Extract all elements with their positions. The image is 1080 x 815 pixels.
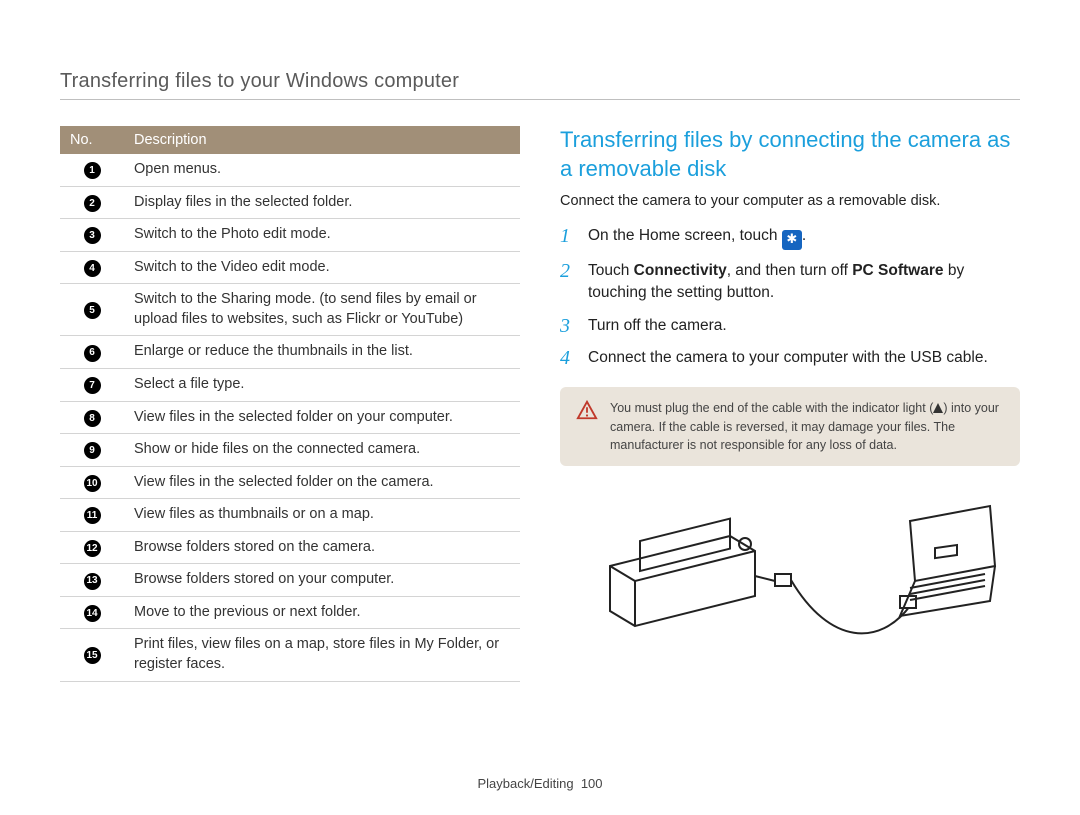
warning-icon	[576, 399, 598, 421]
table-row: 1 Open menus.	[60, 154, 520, 186]
step-text-bold: Connectivity	[634, 262, 727, 279]
row-description: Browse folders stored on your computer.	[124, 564, 520, 597]
step-2: 2 Touch Connectivity, and then turn off …	[560, 260, 1020, 305]
row-description: Enlarge or reduce the thumbnails in the …	[124, 336, 520, 369]
row-description: Print files, view files on a map, store …	[124, 629, 520, 681]
footer-page-number: 100	[581, 776, 603, 791]
table-header-desc: Description	[124, 126, 520, 154]
row-number-icon: 4	[84, 260, 101, 277]
table-header-no: No.	[60, 126, 124, 154]
table-row: 13 Browse folders stored on your computer…	[60, 564, 520, 597]
table-row: 12 Browse folders stored on the camera.	[60, 531, 520, 564]
row-number-icon: 6	[84, 345, 101, 362]
table-row: 8 View files in the selected folder on yo…	[60, 401, 520, 434]
step-number: 2	[560, 260, 578, 305]
table-row: 11 View files as thumbnails or on a map.	[60, 499, 520, 532]
row-description: Select a file type.	[124, 368, 520, 401]
row-description: Switch to the Photo edit mode.	[124, 219, 520, 252]
page-footer: Playback/Editing 100	[0, 776, 1080, 791]
row-number-icon: 15	[84, 647, 101, 664]
row-description: View files in the selected folder on the…	[124, 466, 520, 499]
step-text-bold: PC Software	[852, 262, 943, 279]
step-text: Touch	[588, 262, 634, 279]
step-1: 1 On the Home screen, touch ✱.	[560, 225, 1020, 249]
row-description: Open menus.	[124, 154, 520, 186]
row-description: Switch to the Sharing mode. (to send fil…	[124, 284, 520, 336]
row-description: Switch to the Video edit mode.	[124, 251, 520, 284]
row-description: View files as thumbnails or on a map.	[124, 499, 520, 532]
title-divider	[60, 99, 1020, 100]
row-description: Move to the previous or next folder.	[124, 596, 520, 629]
table-row: 9 Show or hide files on the connected cam…	[60, 434, 520, 467]
row-number-icon: 13	[84, 573, 101, 590]
step-text: , and then turn off	[727, 262, 853, 279]
row-number-icon: 7	[84, 377, 101, 394]
settings-gear-icon: ✱	[782, 230, 802, 250]
connection-illustration	[560, 486, 1020, 656]
table-row: 4 Switch to the Video edit mode.	[60, 251, 520, 284]
intro-text: Connect the camera to your computer as a…	[560, 193, 1020, 209]
description-table: No. Description 1 Open menus. 2 Display fil…	[60, 126, 520, 682]
row-description: View files in the selected folder on you…	[124, 401, 520, 434]
row-number-icon: 12	[84, 540, 101, 557]
footer-section: Playback/Editing	[477, 776, 573, 791]
page-title: Transferring files to your Windows compu…	[60, 70, 1020, 93]
table-row: 3 Switch to the Photo edit mode.	[60, 219, 520, 252]
row-number-icon: 14	[84, 605, 101, 622]
table-row: 10 View files in the selected folder on t…	[60, 466, 520, 499]
table-row: 14 Move to the previous or next folder.	[60, 596, 520, 629]
table-row: 15 Print files, view files on a map, stor…	[60, 629, 520, 681]
table-row: 6 Enlarge or reduce the thumbnails in the…	[60, 336, 520, 369]
table-row: 5 Switch to the Sharing mode. (to send fi…	[60, 284, 520, 336]
step-number: 1	[560, 225, 578, 249]
row-number-icon: 3	[84, 227, 101, 244]
step-number: 3	[560, 315, 578, 337]
section-title: Transferring files by connecting the cam…	[560, 126, 1020, 183]
step-text: Turn off the camera.	[588, 315, 727, 337]
row-description: Browse folders stored on the camera.	[124, 531, 520, 564]
row-number-icon: 2	[84, 195, 101, 212]
table-row: 7 Select a file type.	[60, 368, 520, 401]
table-row: 2 Display files in the selected folder.	[60, 186, 520, 219]
row-description: Show or hide files on the connected came…	[124, 434, 520, 467]
warning-box: You must plug the end of the cable with …	[560, 387, 1020, 465]
row-number-icon: 10	[84, 475, 101, 492]
row-number-icon: 1	[84, 162, 101, 179]
row-number-icon: 9	[84, 442, 101, 459]
step-text: Connect the camera to your computer with…	[588, 347, 988, 369]
row-description: Display files in the selected folder.	[124, 186, 520, 219]
step-4: 4 Connect the camera to your computer wi…	[560, 347, 1020, 369]
step-text: .	[802, 227, 806, 244]
step-3: 3 Turn off the camera.	[560, 315, 1020, 337]
row-number-icon: 5	[84, 302, 101, 319]
row-number-icon: 8	[84, 410, 101, 427]
warning-text: You must plug the end of the cable with …	[610, 401, 933, 415]
step-number: 4	[560, 347, 578, 369]
step-text: On the Home screen, touch	[588, 227, 782, 244]
row-number-icon: 11	[84, 507, 101, 524]
